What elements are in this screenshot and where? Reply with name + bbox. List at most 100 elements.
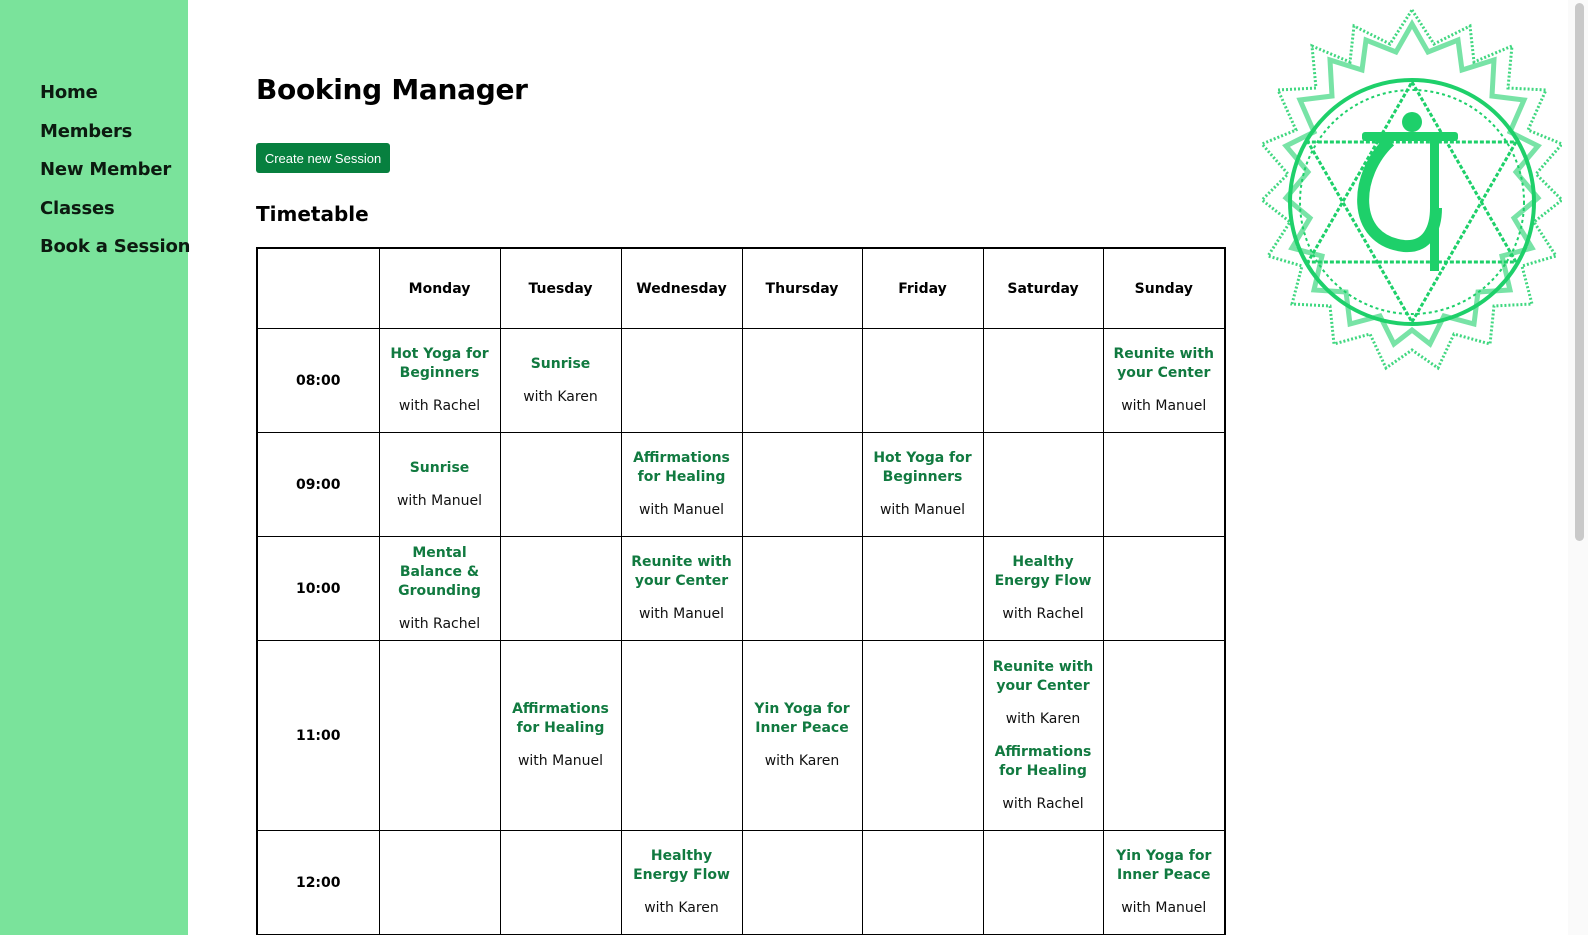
timetable-cell: Reunite with your Center with Manuel [620,536,743,641]
nav-link-new-member[interactable]: New Member [40,159,171,180]
session-instructor: with Manuel [638,502,725,518]
timetable-cell: Yin Yoga for Inner Peace with Manuel [1102,830,1226,935]
timetable-cell [741,536,863,641]
session-instructor: with Manuel [879,502,966,518]
timetable-cell [982,432,1104,537]
time-slot-label: 09:00 [256,432,380,537]
timetable-cell: Sunrise with Karen [499,328,622,433]
nav-link-members[interactable]: Members [40,121,132,142]
sidebar-nav: Home Members New Member Classes Book a S… [40,82,190,275]
session-entry[interactable]: Reunite with your Center with Karen [984,658,1103,729]
timetable-cell [378,640,501,831]
session-instructor: with Karen [764,753,840,769]
timetable-row: 09:00 Sunrise with Manuel Affirmations for … [256,432,1226,537]
timetable-cell [499,432,622,537]
session-entry[interactable]: Affirmations for Healing with Manuel [501,700,621,771]
session-entry[interactable]: Affirmations for Healing with Manuel [622,449,742,520]
timetable-cell: Hot Yoga for Beginners with Manuel [861,432,984,537]
session-entry[interactable]: Mental Balance & Grounding with Rachel [380,544,500,634]
sidebar-item-new-member: New Member [40,159,190,198]
session-class-name: Reunite with your Center [631,554,732,589]
day-header: Tuesday [499,247,622,329]
session-class-name: Affirmations for Healing [512,701,609,736]
session-class-name: Sunrise [530,355,591,372]
nav-link-book-session[interactable]: Book a Session [40,236,190,257]
session-entry[interactable]: Yin Yoga for Inner Peace with Karen [743,700,862,771]
session-class-name: Healthy Energy Flow [994,554,1092,589]
scrollbar-thumb[interactable] [1575,3,1584,541]
day-header: Friday [861,247,984,329]
session-entry[interactable]: Healthy Energy Flow with Karen [622,847,742,918]
session-instructor: with Rachel [398,615,481,632]
session-class-name: Healthy Energy Flow [633,848,730,883]
timetable-row: 08:00 Hot Yoga for Beginners with Rachel Su… [256,328,1226,433]
session-entry[interactable]: Hot Yoga for Beginners with Rachel [380,345,500,416]
session-instructor: with Rachel [1002,606,1084,622]
timetable-cell [1102,432,1226,537]
timetable-cell: Reunite with your Center with Karen Affirm… [982,640,1104,831]
timetable-cell [861,830,984,935]
session-class-name: Affirmations for Healing [633,450,730,485]
heart-chakra-mandala-icon [1259,7,1562,371]
session-instructor: with Manuel [638,606,725,622]
timetable-header-row: Monday Tuesday Wednesday Thursday Friday… [256,247,1226,329]
timetable-cell: Healthy Energy Flow with Rachel [982,536,1104,641]
session-class-name: Affirmations for Healing [994,743,1092,779]
day-header: Monday [378,247,501,329]
time-slot-label: 10:00 [256,536,380,641]
session-entry[interactable]: Sunrise with Manuel [380,459,500,511]
timetable-cell [1102,640,1226,831]
sidebar-item-members: Members [40,121,190,160]
day-header: Saturday [982,247,1104,329]
sidebar-item-home: Home [40,82,190,121]
session-instructor: with Karen [523,388,598,405]
nav-link-classes[interactable]: Classes [40,198,115,219]
session-entry[interactable]: Healthy Energy Flow with Rachel [984,553,1103,624]
session-entry[interactable]: Hot Yoga for Beginners with Manuel [863,449,983,520]
session-class-name: Mental Balance & Grounding [398,544,481,599]
timetable-cell [741,328,863,433]
timetable-cell: Affirmations for Healing with Manuel [499,640,622,831]
session-instructor: with Manuel [1121,398,1207,414]
timetable-cell [861,328,984,433]
session-entry[interactable]: Reunite with your Center with Manuel [622,553,742,624]
page-title: Booking Manager [256,73,528,106]
session-instructor: with Manuel [1121,900,1207,916]
timetable-cell: Yin Yoga for Inner Peace with Karen [741,640,863,831]
session-instructor: with Rachel [398,398,481,414]
nav-link-home[interactable]: Home [40,82,98,103]
create-session-button[interactable]: Create new Session [256,143,390,173]
sidebar-item-book-session: Book a Session [40,236,190,275]
timetable-cell [1102,536,1226,641]
timetable-cell: Reunite with your Center with Manuel [1102,328,1226,433]
time-slot-label: 12:00 [256,830,380,935]
session-entry[interactable]: Affirmations for Healing with Rachel [984,743,1103,814]
session-instructor: with Manuel [517,753,604,769]
timetable-cell [499,536,622,641]
timetable-cell: Hot Yoga for Beginners with Rachel [378,328,501,433]
timetable-cell: Healthy Energy Flow with Karen [620,830,743,935]
timetable-cell [741,830,863,935]
session-class-name: Yin Yoga for Inner Peace [754,701,850,736]
session-entry[interactable]: Yin Yoga for Inner Peace with Manuel [1104,847,1225,918]
timetable-row: 12:00 Healthy Energy Flow with Karen Yin Yo… [256,830,1226,935]
session-class-name: Hot Yoga for Beginners [390,346,489,381]
day-header: Sunday [1102,247,1226,329]
day-header: Wednesday [620,247,743,329]
timetable: Monday Tuesday Wednesday Thursday Friday… [256,247,1226,935]
scrollbar-track[interactable] [1568,0,1588,935]
timetable-row: 10:00 Mental Balance & Grounding with Rach… [256,536,1226,641]
sidebar: Home Members New Member Classes Book a S… [0,0,190,935]
session-class-name: Sunrise [409,459,470,476]
session-entry[interactable]: Reunite with your Center with Manuel [1104,345,1225,416]
session-entry[interactable]: Sunrise with Karen [501,355,621,407]
session-instructor: with Manuel [396,492,483,509]
timetable-cell [620,328,743,433]
session-class-name: Reunite with your Center [992,658,1094,694]
timetable-cell [982,830,1104,935]
session-class-name: Hot Yoga for Beginners [873,450,972,485]
timetable-cell [741,432,863,537]
timetable-cell [982,328,1104,433]
session-class-name: Yin Yoga for Inner Peace [1116,848,1212,883]
session-class-name: Reunite with your Center [1113,346,1214,381]
